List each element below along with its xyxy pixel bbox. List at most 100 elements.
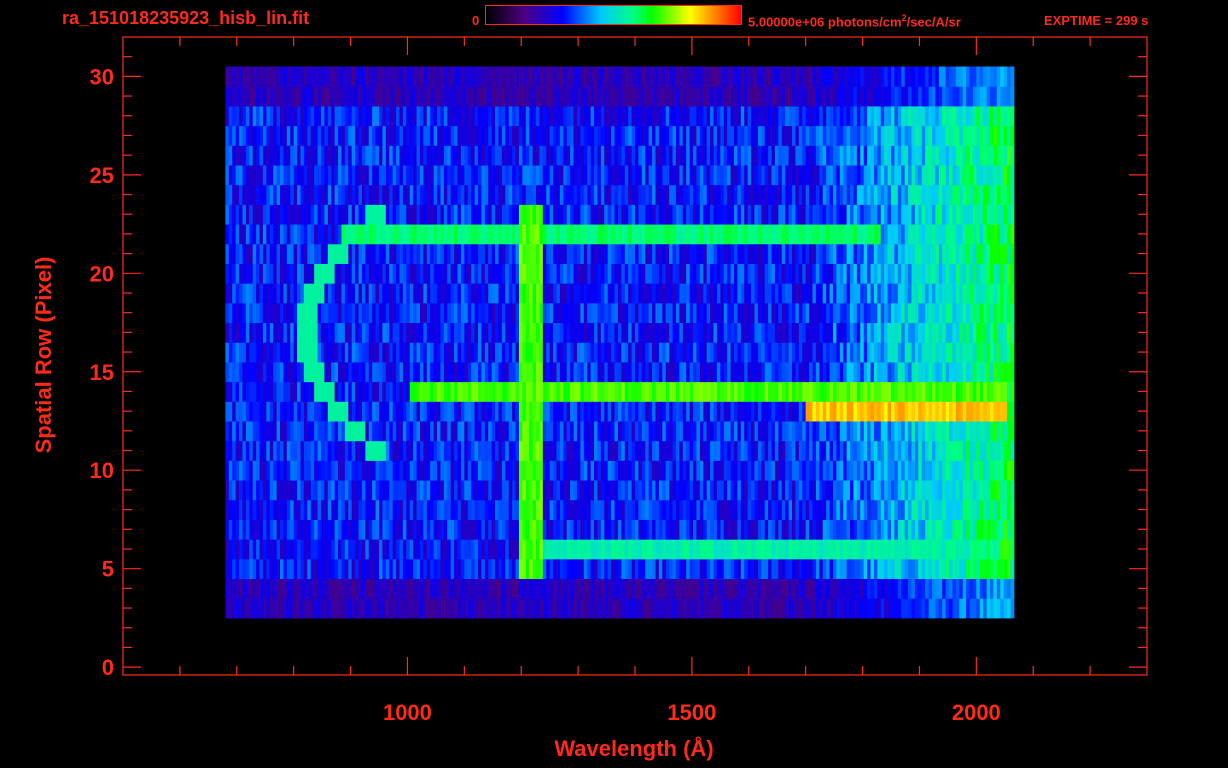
heatmap-cell: [669, 558, 674, 580]
heatmap-cell: [437, 401, 441, 422]
heatmap-cell: [860, 243, 865, 264]
heatmap-cell: [703, 263, 708, 284]
heatmap-cell: [672, 558, 677, 580]
heatmap-cell: [696, 204, 701, 225]
heatmap-cell: [501, 283, 506, 304]
heatmap-cell: [867, 401, 872, 422]
heatmap-cell: [928, 499, 933, 520]
heatmap-cell: [228, 420, 233, 442]
heatmap-cell: [351, 598, 356, 619]
heatmap-cell: [894, 598, 899, 619]
heatmap-cell: [802, 499, 807, 520]
heatmap-cell: [819, 460, 824, 481]
heatmap-cell: [317, 184, 322, 205]
heatmap-cell: [911, 263, 916, 284]
heatmap-cell: [539, 499, 544, 520]
heatmap-cell: [600, 381, 605, 402]
heatmap-cell: [611, 460, 616, 481]
heatmap-cell: [986, 480, 991, 501]
heatmap-cell: [491, 499, 496, 520]
heatmap-cell: [815, 539, 820, 560]
heatmap-cell: [532, 184, 537, 205]
heatmap-cell: [607, 302, 612, 324]
heatmap-cell: [727, 283, 732, 304]
heatmap-cell: [959, 283, 964, 304]
heatmap-cell: [467, 361, 472, 383]
heatmap-cell: [276, 361, 281, 383]
heatmap-cell: [297, 539, 301, 560]
heatmap-cell: [843, 420, 848, 442]
heatmap-cell: [703, 302, 708, 324]
heatmap-cell: [1003, 322, 1008, 343]
heatmap-cell: [959, 539, 964, 560]
heatmap-cell: [259, 361, 264, 383]
heatmap-cell: [624, 519, 629, 540]
heatmap-cell: [361, 519, 366, 540]
heatmap-cell: [621, 243, 626, 264]
heatmap-cell: [532, 342, 537, 363]
heatmap-cell: [754, 342, 759, 363]
heatmap-cell: [283, 598, 288, 619]
heatmap-cell: [297, 460, 301, 481]
heatmap-cell: [433, 578, 438, 599]
heatmap-cell: [283, 204, 288, 225]
heatmap-cell: [648, 401, 653, 422]
heatmap-cell: [607, 420, 612, 442]
heatmap-cell: [402, 361, 407, 383]
heatmap-cell: [699, 283, 704, 304]
heatmap-cell: [880, 480, 885, 501]
heatmap-cell: [474, 420, 479, 442]
heatmap-cell: [952, 224, 957, 245]
heatmap-cell: [283, 440, 288, 461]
heatmap-cell: [792, 283, 796, 304]
heatmap-cell: [406, 420, 411, 442]
heatmap-cell: [795, 558, 800, 580]
heatmap-cell: [341, 224, 346, 245]
heatmap-cell: [894, 460, 899, 481]
heatmap-cell: [931, 539, 936, 560]
heatmap-cell: [512, 578, 517, 599]
heatmap-cell: [491, 361, 496, 383]
heatmap-cell: [713, 539, 718, 560]
heatmap-cell: [894, 342, 899, 363]
heatmap-cell: [365, 598, 370, 619]
heatmap-cell: [720, 401, 725, 422]
heatmap-cell: [897, 263, 902, 284]
heatmap-cell: [310, 480, 315, 501]
heatmap-cell: [771, 322, 776, 343]
heatmap-cell: [1007, 578, 1011, 599]
heatmap-cell: [788, 322, 793, 343]
heatmap-cell: [467, 342, 472, 363]
heatmap-cell: [863, 263, 868, 284]
heatmap-cell: [320, 460, 325, 481]
heatmap-cell: [792, 263, 796, 284]
heatmap-cell: [576, 361, 581, 383]
heatmap-cell: [307, 578, 312, 599]
heatmap-cell: [570, 361, 575, 383]
heatmap-cell: [467, 283, 472, 304]
heatmap-cell: [491, 342, 496, 363]
heatmap-cell: [880, 598, 885, 619]
heatmap-cell: [747, 302, 752, 324]
heatmap-cell: [884, 499, 889, 520]
heatmap-cell: [935, 578, 940, 599]
heatmap-cell: [658, 243, 663, 264]
heatmap-cell: [635, 361, 639, 383]
heatmap-cell: [884, 598, 889, 619]
heatmap-cell: [580, 460, 585, 481]
heatmap-cell: [710, 342, 715, 363]
heatmap-cell: [822, 283, 827, 304]
heatmap-cell: [532, 204, 537, 225]
heatmap-cell: [276, 184, 281, 205]
heatmap-cell: [580, 440, 585, 461]
heatmap-cell: [658, 302, 663, 324]
heatmap-cell: [747, 480, 752, 501]
heatmap-cell: [576, 283, 581, 304]
heatmap-cell: [894, 480, 899, 501]
heatmap-cell: [921, 519, 926, 540]
heatmap-cell: [911, 224, 916, 245]
heatmap-cell: [320, 204, 325, 225]
heatmap-cell: [498, 460, 503, 481]
heatmap-cell: [931, 263, 936, 284]
heatmap-cell: [781, 224, 786, 245]
